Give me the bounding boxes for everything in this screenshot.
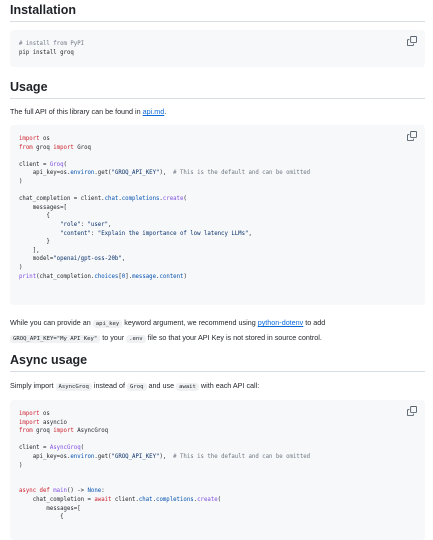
groq-code: Groq — [127, 383, 147, 391]
usage-code-block[interactable]: import os from groq import Groq client =… — [10, 125, 425, 305]
await-code: await — [176, 383, 199, 391]
async-usage-heading: Async usage — [10, 353, 425, 372]
api-md-link[interactable]: api.md — [143, 107, 165, 116]
copy-icon[interactable] — [407, 406, 417, 416]
async-intro: Simply import AsyncGroq instead of Groq … — [10, 381, 260, 391]
install-code[interactable]: # install from PyPI pip install groq — [19, 40, 415, 57]
usage-heading: Usage — [10, 80, 425, 99]
api-key-note: While you can provide an api_key keyword… — [10, 318, 326, 343]
api-key-code: api_key — [92, 320, 123, 328]
copy-icon[interactable] — [407, 131, 417, 141]
usage-code[interactable]: import os from groq import Groq client =… — [19, 135, 415, 281]
installation-heading: Installation — [10, 3, 425, 22]
async-code[interactable]: import os import asyncio from groq impor… — [19, 410, 415, 522]
asyncgroq-code: AsyncGroq — [55, 383, 92, 391]
python-dotenv-link[interactable]: python-dotenv — [258, 318, 304, 327]
copy-icon[interactable] — [407, 36, 417, 46]
env-file-code: .env — [126, 335, 146, 343]
install-code-block[interactable]: # install from PyPI pip install groq — [10, 30, 425, 67]
usage-intro: The full API of this library can be foun… — [10, 107, 167, 116]
async-code-block[interactable]: import os import asyncio from groq impor… — [10, 400, 425, 540]
env-var-code: GROQ_API_KEY="My API Key" — [10, 335, 101, 343]
